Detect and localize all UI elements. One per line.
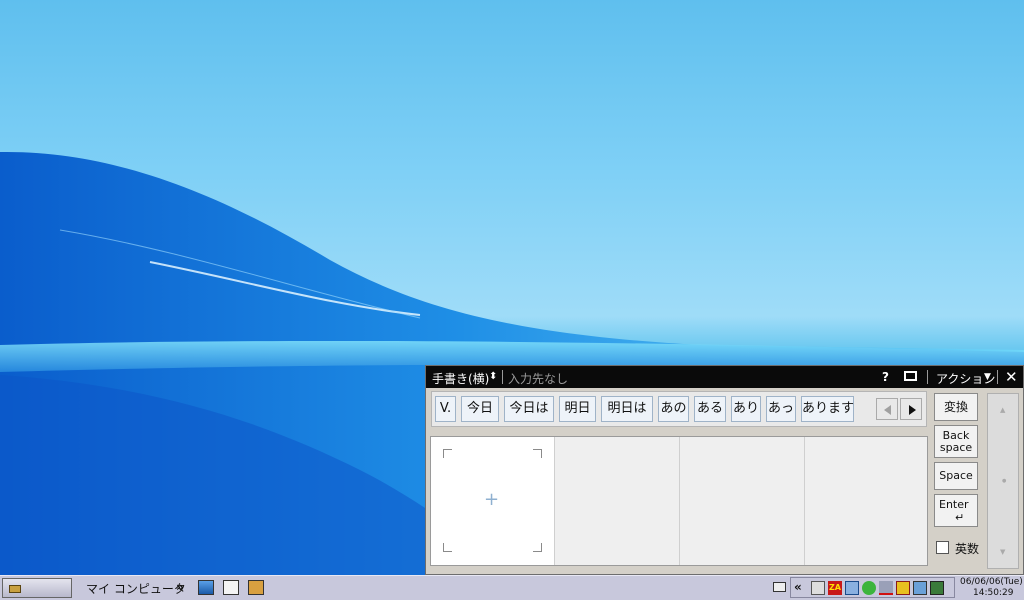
candidate-item[interactable]: 明日 bbox=[559, 396, 596, 422]
hand-icon[interactable] bbox=[896, 581, 910, 595]
scroll-down-icon[interactable]: ▼ bbox=[1000, 548, 1005, 556]
backspace-button[interactable]: Back space bbox=[934, 425, 978, 458]
candidate-item[interactable]: 今日は bbox=[504, 396, 554, 422]
backspace-label-2: space bbox=[939, 441, 973, 454]
candidates-next-button[interactable] bbox=[900, 398, 922, 420]
tray-expand-chevron-icon[interactable]: « bbox=[794, 580, 802, 594]
cell-corner bbox=[533, 449, 542, 458]
enter-label: Enter bbox=[939, 498, 969, 511]
candidate-item[interactable]: あっ bbox=[766, 396, 796, 422]
eisu-label: 英数 bbox=[955, 542, 980, 556]
chevron-left-icon bbox=[884, 405, 891, 415]
system-tray: « ZA bbox=[790, 577, 955, 598]
scroll-thumb[interactable]: ● bbox=[1002, 478, 1006, 484]
my-computer-label[interactable]: マイ コンピュータ bbox=[86, 580, 186, 597]
start-button[interactable] bbox=[2, 578, 72, 598]
start-icon bbox=[9, 585, 21, 593]
mail-icon[interactable] bbox=[223, 580, 239, 595]
title-divider bbox=[502, 370, 503, 384]
vertical-scrollbar[interactable]: ▲ ● ▼ bbox=[987, 393, 1019, 569]
chevron-right-icon bbox=[909, 405, 916, 415]
ime-title-bar: 手書き(横) ⬍ 入力先なし ? アクション ▼ ✕ bbox=[426, 366, 1023, 388]
enter-arrow-icon: ↵ bbox=[955, 511, 965, 524]
enter-button[interactable]: Enter ↵ bbox=[934, 494, 978, 527]
candidate-list: V. 今日 今日は 明日 明日は あの ある あり あっ あります bbox=[431, 391, 927, 427]
title-divider bbox=[927, 370, 928, 384]
convert-button[interactable]: 変換 bbox=[934, 393, 978, 421]
photo-icon[interactable] bbox=[913, 581, 927, 595]
candidate-item[interactable]: 明日は bbox=[601, 396, 653, 422]
crosshair-icon: + bbox=[484, 489, 500, 510]
candidates-prev-button[interactable] bbox=[876, 398, 898, 420]
candidate-item[interactable]: あります bbox=[801, 396, 854, 422]
chevron-down-icon[interactable]: ▼ bbox=[984, 372, 991, 382]
input-mode-selector[interactable]: 手書き(横) bbox=[432, 370, 489, 387]
space-button[interactable]: Space bbox=[934, 462, 978, 490]
ime-za-icon[interactable]: ZA bbox=[828, 581, 842, 595]
keyboard-icon[interactable] bbox=[904, 371, 917, 381]
writing-cell[interactable] bbox=[805, 437, 927, 565]
input-target-label: 入力先なし bbox=[508, 372, 569, 386]
title-divider bbox=[997, 370, 998, 384]
clock-time[interactable]: 14:50:29 bbox=[973, 588, 1013, 598]
close-icon[interactable]: ✕ bbox=[1005, 368, 1018, 386]
scroll-up-icon[interactable]: ▲ bbox=[1000, 406, 1005, 414]
keyboard-icon[interactable] bbox=[773, 582, 786, 592]
network-arrows-icon[interactable] bbox=[845, 581, 859, 595]
candidate-item[interactable]: ある bbox=[694, 396, 726, 422]
ie-icon[interactable] bbox=[198, 580, 214, 595]
candidate-item[interactable]: あの bbox=[658, 396, 689, 422]
clock-date[interactable]: 06/06/06(Tue) bbox=[960, 577, 1023, 587]
candidate-item[interactable]: 今日 bbox=[461, 396, 499, 422]
candidate-item[interactable]: あり bbox=[731, 396, 761, 422]
cell-corner bbox=[533, 543, 542, 552]
ime-body: V. 今日 今日は 明日 明日は あの ある あり あっ あります + 変換 B… bbox=[426, 388, 1023, 574]
speaker-muted-icon[interactable] bbox=[879, 581, 893, 595]
check-icon[interactable] bbox=[862, 581, 876, 595]
cell-corner bbox=[443, 543, 452, 552]
handwriting-ime-window: 手書き(横) ⬍ 入力先なし ? アクション ▼ ✕ V. 今日 今日は 明日 … bbox=[425, 365, 1024, 575]
taskbar: マイ コンピュータ » « ZA 06/06/06(Tue) 14:50:29 bbox=[0, 575, 1024, 600]
writing-cell-active[interactable]: + bbox=[431, 437, 555, 565]
writing-cell[interactable] bbox=[555, 437, 680, 565]
candidate-item[interactable]: V. bbox=[435, 396, 456, 422]
writing-cell[interactable] bbox=[680, 437, 805, 565]
eisu-checkbox[interactable] bbox=[936, 541, 949, 554]
quicklaunch-chevron-icon[interactable]: » bbox=[176, 580, 184, 594]
mode-updown-icon[interactable]: ⬍ bbox=[489, 371, 497, 382]
help-icon[interactable]: ? bbox=[882, 370, 889, 384]
lan-icon[interactable] bbox=[930, 581, 944, 595]
pen-icon[interactable] bbox=[811, 581, 825, 595]
handwriting-area[interactable]: + bbox=[430, 436, 928, 566]
cell-corner bbox=[443, 449, 452, 458]
book-icon[interactable] bbox=[248, 580, 264, 595]
